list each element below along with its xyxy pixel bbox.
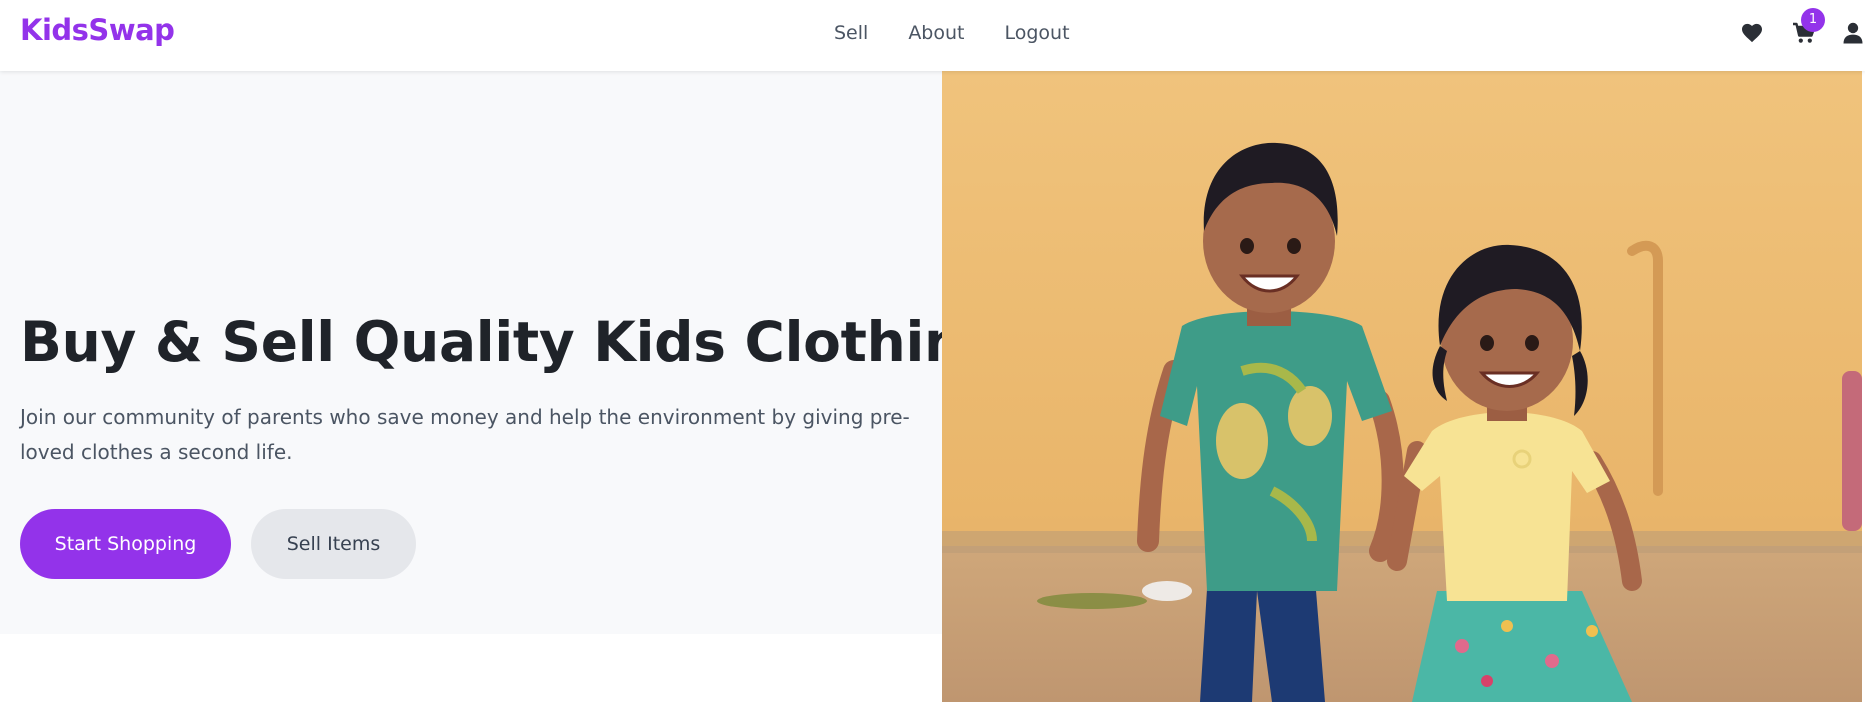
logo[interactable]: KidsSwap (20, 13, 175, 47)
hero-subtitle: Join our community of parents who save m… (20, 405, 910, 464)
start-shopping-button[interactable]: Start Shopping (20, 509, 231, 579)
nav-link-sell[interactable]: Sell (834, 22, 868, 44)
heart-icon[interactable] (1741, 23, 1763, 43)
nav-links: Sell About Logout (834, 22, 1070, 44)
sell-items-button[interactable]: Sell Items (251, 509, 416, 579)
navbar: KidsSwap Sell About Logout 1 (0, 0, 1865, 71)
hero-image (942, 71, 1862, 702)
hero-title: Buy & Sell Quality Kids Clothing (20, 310, 1002, 374)
nav-link-logout[interactable]: Logout (1005, 22, 1070, 44)
cart-count-badge: 1 (1801, 8, 1825, 32)
nav-link-about[interactable]: About (908, 22, 964, 44)
user-icon[interactable] (1843, 22, 1863, 44)
